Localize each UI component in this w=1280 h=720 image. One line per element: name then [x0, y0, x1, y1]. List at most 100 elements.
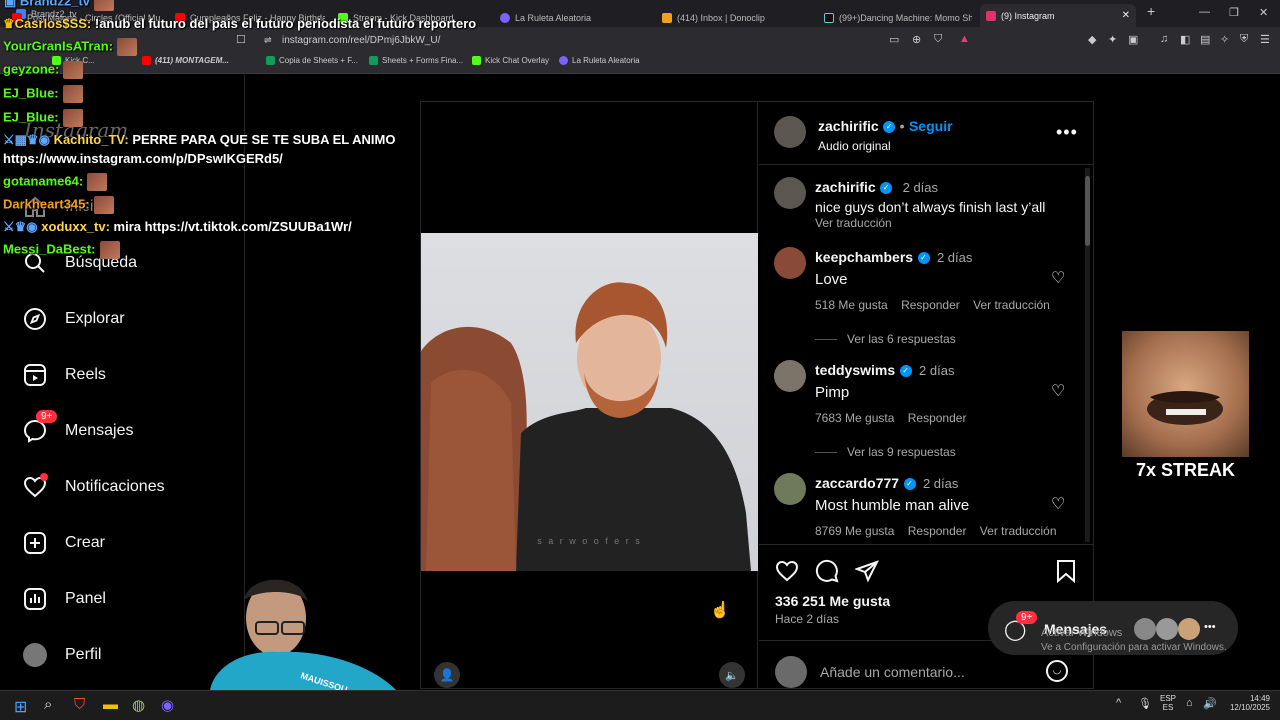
notification-dot [40, 473, 48, 481]
search-icon[interactable]: ⌕ [44, 696, 52, 713]
tab-ruleta[interactable]: La Ruleta Aleatoria [500, 8, 650, 28]
url-field[interactable]: ⇌ instagram.com/reel/DPmj6JbkW_U/ [258, 30, 878, 50]
comment-avatar[interactable] [774, 473, 806, 505]
minimize-button[interactable]: — [1199, 6, 1210, 18]
sidebar-item-explorar[interactable]: Explorar [22, 306, 125, 332]
extension-puzzle-icon[interactable]: ✦ [1108, 33, 1117, 46]
network-icon[interactable]: ⌂ [1186, 697, 1193, 709]
author-avatar[interactable] [774, 116, 806, 148]
comment-like-icon[interactable]: ♡ [1051, 381, 1065, 401]
caption-avatar[interactable] [774, 177, 806, 209]
author-username[interactable]: zachirific [818, 118, 879, 134]
follow-button[interactable]: Seguir [909, 118, 953, 134]
app-icon[interactable]: ◍ [132, 696, 145, 714]
bookmark-sheets-forms[interactable]: Sheets + Forms Fina... [369, 56, 463, 65]
chat-line: YourGranIsATran: [3, 38, 138, 56]
close-window-button[interactable]: ✕ [1259, 6, 1268, 19]
bookmark-kick-chat[interactable]: Kick Chat Overlay [472, 56, 549, 65]
more-options-icon[interactable]: ••• [1056, 122, 1078, 143]
tab-donoclip[interactable]: (414) Inbox | Donoclip [662, 8, 812, 28]
avatar-icon [22, 642, 48, 668]
folder-icon[interactable]: ▬ [103, 696, 118, 713]
comment-avatar[interactable] [774, 360, 806, 392]
view-replies[interactable]: Ver las 9 respuestas [815, 445, 1055, 459]
share-icon[interactable] [854, 559, 879, 588]
sidebar-item-crear[interactable]: Crear [22, 530, 105, 556]
wallet-icon[interactable]: ▤ [1200, 33, 1210, 46]
message-avatar [1178, 618, 1200, 640]
app-icon[interactable]: ◉ [161, 696, 174, 714]
verified-icon: ✓ [899, 364, 912, 377]
cast-icon[interactable]: ▭ [889, 33, 899, 46]
comment: zaccardo777 ✓ 2 días Most humble man ali… [815, 475, 1057, 538]
language-indicator[interactable]: ESP ES [1160, 694, 1176, 712]
streamer-webcam: MAUISSOU [200, 570, 420, 695]
maximize-button[interactable]: ❐ [1229, 6, 1239, 19]
screenshot-icon[interactable]: ▣ [1128, 33, 1138, 46]
translate-link[interactable]: Ver traducción [815, 216, 1075, 230]
message-avatar [1134, 618, 1156, 640]
new-tab-button[interactable]: + [1147, 3, 1155, 19]
more-icon: ••• [1204, 621, 1216, 633]
comment-like-icon[interactable]: ♡ [1051, 268, 1065, 288]
sidebar-toggle-icon[interactable]: ◧ [1180, 33, 1190, 46]
menu-icon[interactable]: ☰ [1260, 33, 1270, 46]
clock[interactable]: 14:49 12/10/2025 [1224, 694, 1270, 712]
close-icon[interactable]: ✕ [1122, 10, 1130, 21]
scrollbar-thumb[interactable] [1085, 176, 1090, 246]
emote [117, 38, 138, 56]
sidebar-item-reels[interactable]: Reels [22, 362, 106, 388]
tab-instagram[interactable]: (9) Instagram ✕ [980, 4, 1136, 27]
activate-windows-title: Activar Windows [1041, 627, 1123, 639]
shield-icon[interactable]: ⛉ [934, 33, 942, 46]
windows-start-icon[interactable]: ⊞ [14, 697, 27, 717]
zoom-icon[interactable]: ⊕ [912, 33, 921, 46]
comment-like-icon[interactable]: ♡ [1051, 494, 1065, 514]
emote [63, 61, 84, 79]
microphone-icon[interactable]: 🎙 [1138, 697, 1152, 710]
like-icon[interactable] [775, 559, 799, 588]
media-icon[interactable]: ♫ [1160, 33, 1168, 45]
comment-icon[interactable] [815, 559, 839, 588]
volume-icon[interactable]: 🔊 [1203, 697, 1217, 710]
leo-icon[interactable]: ✧ [1220, 33, 1229, 46]
vpn-icon[interactable]: ⛨ [1240, 33, 1248, 46]
brave-icon[interactable]: ⛉ [74, 696, 85, 713]
youtube-icon [142, 56, 151, 65]
audio-link[interactable]: Audio original [818, 139, 953, 153]
bookmark-copia-sheets[interactable]: Copia de Sheets + F... [266, 56, 358, 65]
tab-tiktok[interactable]: (99+)Dancing Machine: Momo Shine [824, 8, 972, 28]
comments-scrollbar[interactable] [1085, 168, 1090, 542]
bookmark-montagem[interactable]: (411) MONTAGEM... [142, 56, 229, 65]
video-watermark: s a r w o o f e r s [537, 536, 642, 546]
mute-button[interactable]: 🔈 [719, 662, 745, 688]
emote [94, 0, 114, 11]
comment-avatar[interactable] [774, 247, 806, 279]
tiktok-icon [824, 13, 834, 23]
save-icon[interactable] [1054, 559, 1078, 588]
rewards-icon[interactable]: ▲ [959, 33, 970, 45]
badge-icons: ⚔♛◉ [3, 219, 38, 234]
extension-icon[interactable]: ◆ [1088, 33, 1096, 46]
comment: keepchambers ✓ 2 días Love 518 Me gusta … [815, 249, 1055, 346]
comment-input[interactable]: Añade un comentario... [820, 664, 965, 680]
emoji-icon[interactable]: ◡ [1046, 660, 1068, 682]
current-user-avatar [775, 656, 807, 688]
view-replies[interactable]: Ver las 6 respuestas [815, 332, 1055, 346]
ruleta-icon [500, 13, 510, 23]
sidebar-item-panel[interactable]: Panel [22, 586, 106, 612]
bookmark-ruleta[interactable]: La Ruleta Aleatoria [559, 56, 640, 65]
chat-line: EJ_Blue: [3, 85, 83, 103]
sidebar-item-perfil[interactable]: Perfil [22, 642, 101, 668]
emote [62, 85, 83, 103]
likes-count[interactable]: 336 251 Me gusta [775, 593, 890, 609]
tray-chevron-icon[interactable]: ^ [1116, 697, 1121, 709]
reel-frame-image[interactable]: s a r w o o f e r s [421, 233, 758, 571]
comment: teddyswims ✓ 2 días Pimp 7683 Me gusta R… [815, 362, 1055, 459]
tagged-users-button[interactable]: 👤 [434, 662, 460, 688]
chat-line: EJ_Blue: [3, 109, 83, 127]
site-info-icon[interactable]: ⇌ [264, 35, 272, 46]
sidebar-item-mensajes[interactable]: 9+ Mensajes [22, 410, 133, 444]
bookmark-icon[interactable]: ☐ [236, 33, 246, 46]
sidebar-item-notificaciones[interactable]: Notificaciones [22, 473, 165, 500]
